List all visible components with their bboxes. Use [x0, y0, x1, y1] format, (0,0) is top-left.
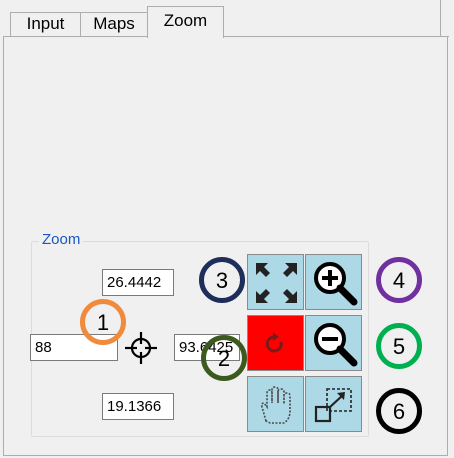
north-coordinate-field[interactable]: 26.4442 [102, 269, 174, 296]
marker-1: 1 [80, 299, 126, 345]
tab-zoom[interactable]: Zoom [147, 6, 224, 38]
marker-2: 2 [201, 335, 247, 381]
magnifier-minus-icon [314, 323, 358, 367]
zoom-box-button[interactable] [305, 376, 362, 432]
marker-3: 3 [199, 257, 245, 303]
tab-maps[interactable]: Maps [80, 12, 148, 36]
zoom-in-button[interactable] [305, 254, 362, 310]
marker-6: 6 [376, 388, 422, 434]
zoom-box-icon [314, 388, 352, 423]
marker-4: 4 [376, 257, 422, 303]
refresh-button[interactable] [247, 315, 304, 371]
south-coordinate-field[interactable]: 19.1366 [102, 393, 174, 420]
expand-arrows-icon [256, 263, 297, 303]
marker-5: 5 [376, 323, 422, 369]
tab-input[interactable]: Input [10, 12, 81, 36]
magnifier-plus-icon [314, 262, 358, 306]
pan-button[interactable] [247, 376, 304, 432]
refresh-icon [265, 332, 283, 353]
zoom-group-title: Zoom [39, 231, 84, 248]
hand-icon [260, 386, 291, 424]
panel-right-edge [440, 0, 443, 36]
zoom-full-extent-button[interactable] [247, 254, 304, 310]
crosshair-icon [125, 332, 157, 364]
zoom-out-button[interactable] [305, 315, 362, 371]
